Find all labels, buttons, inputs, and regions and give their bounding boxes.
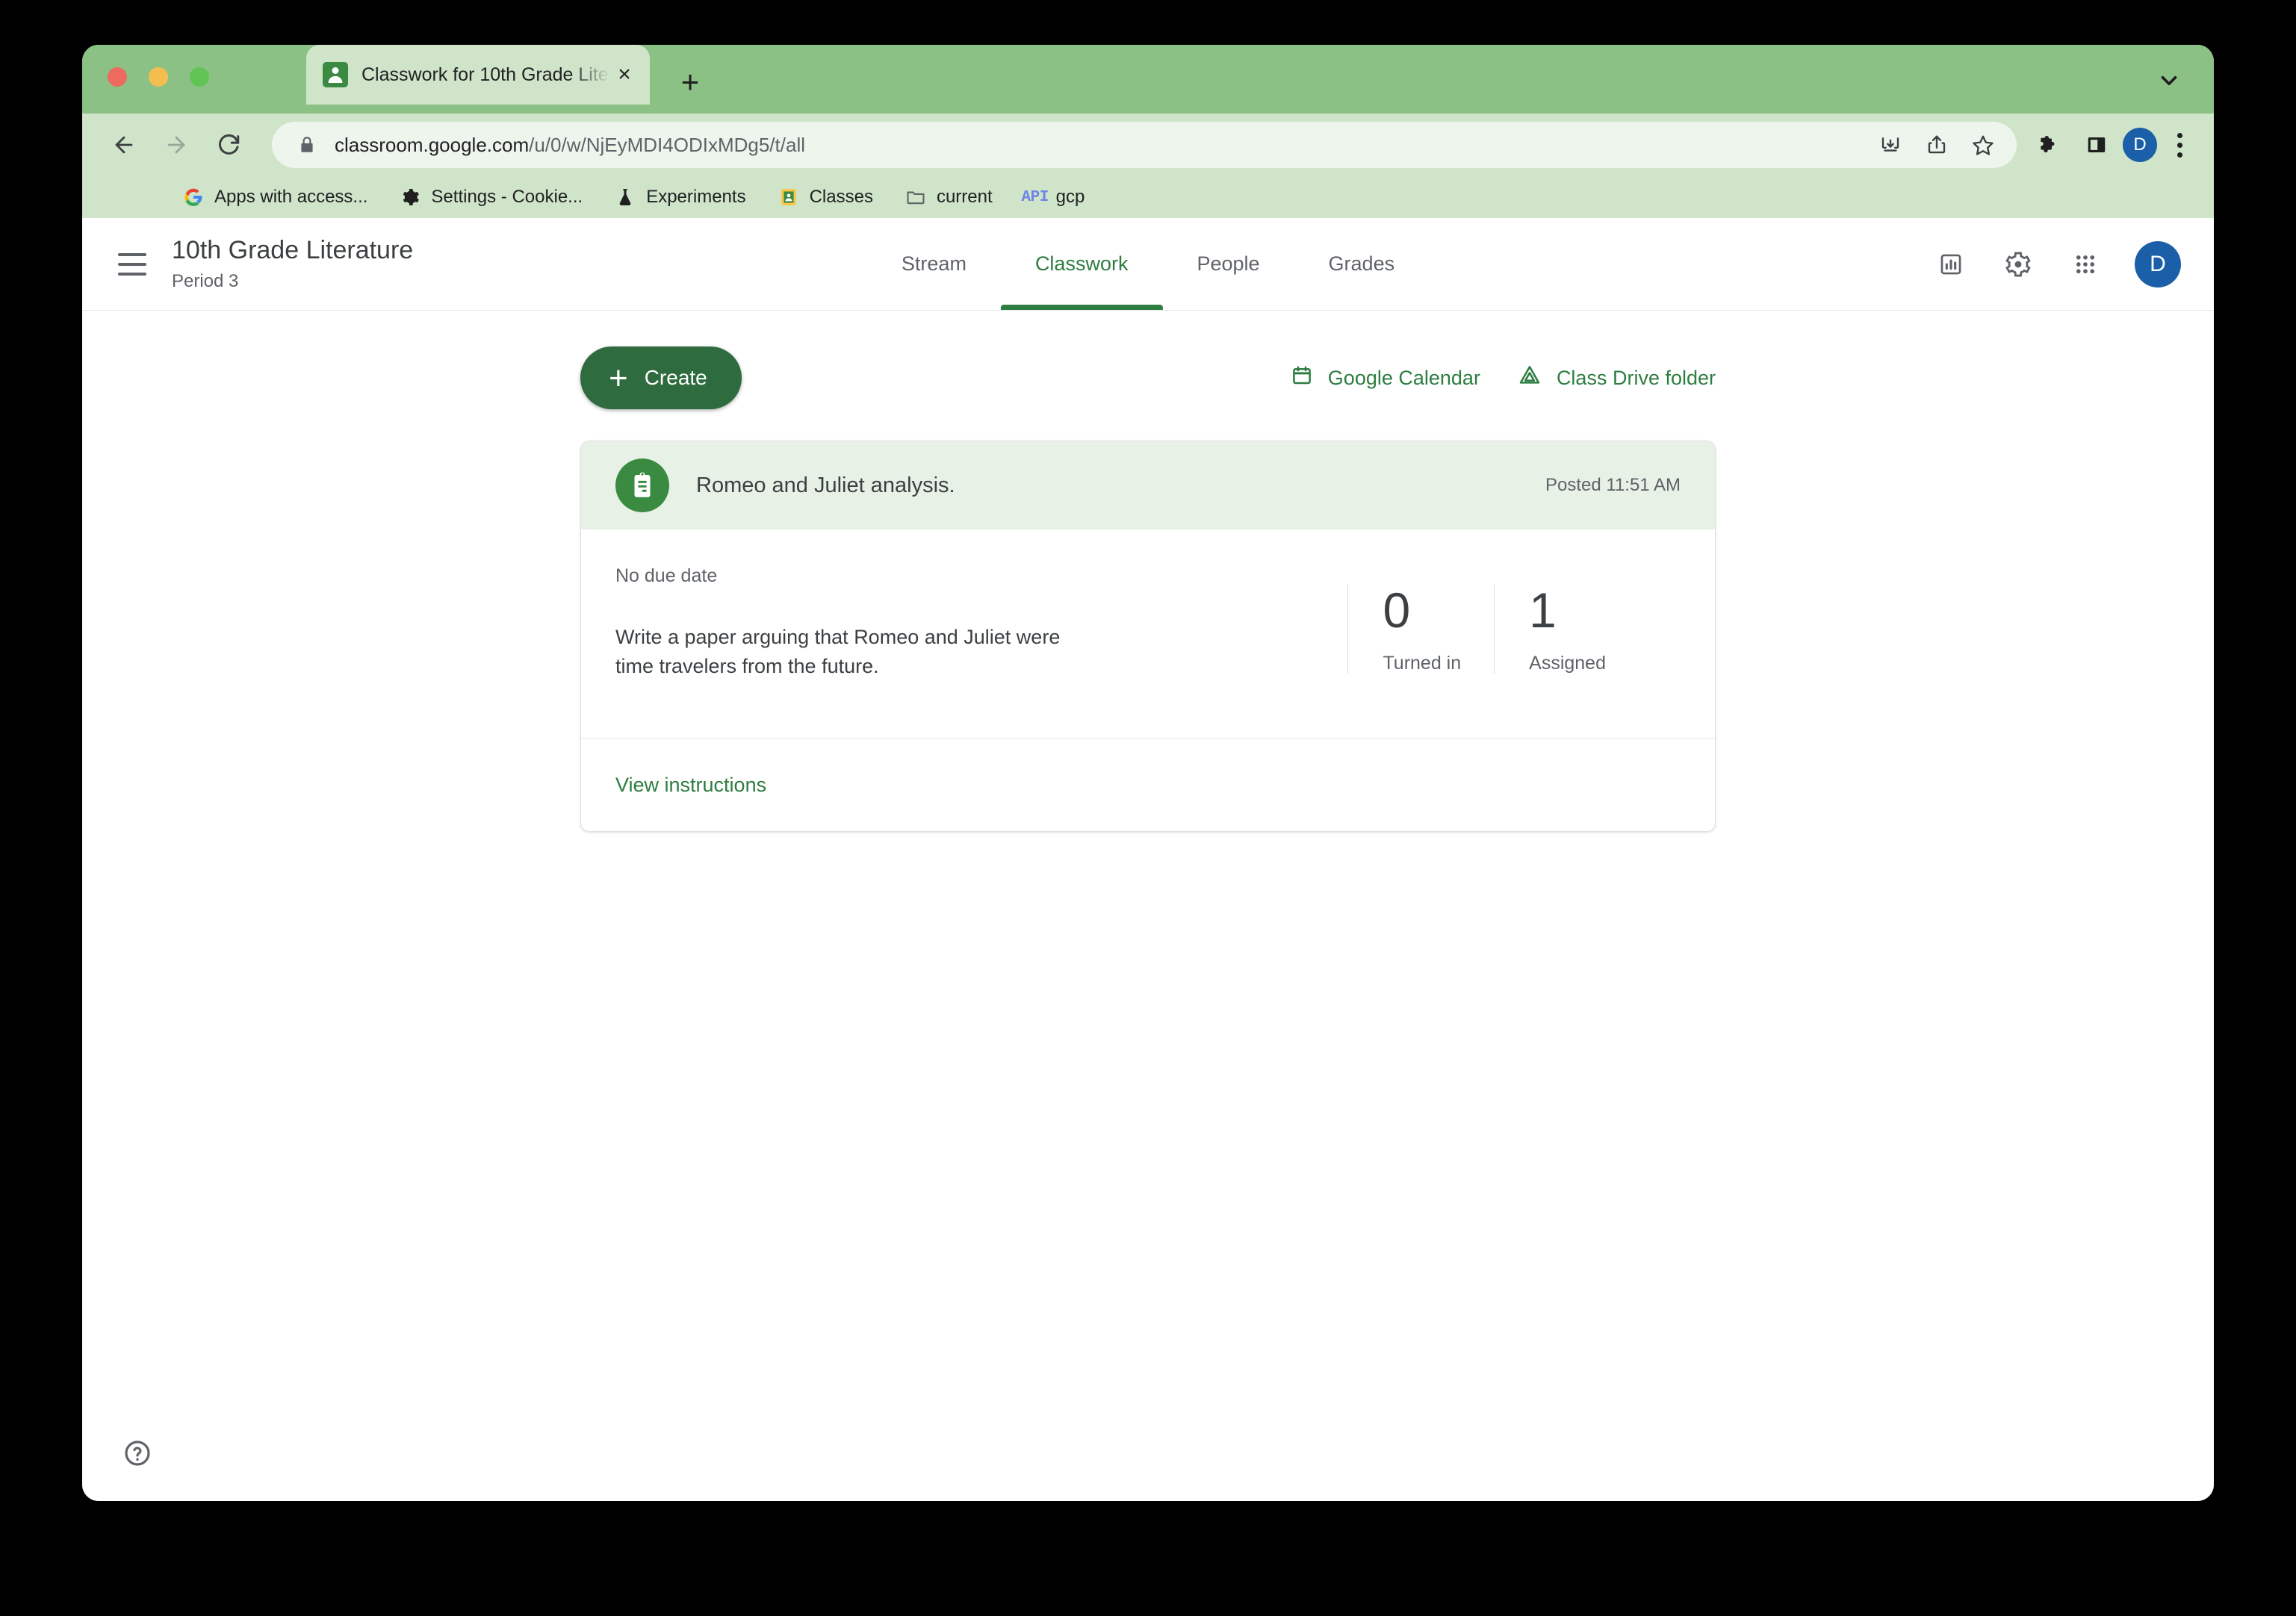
plus-icon: +	[609, 359, 628, 397]
assignment-description: Write a paper arguing that Romeo and Jul…	[615, 626, 1061, 678]
tab-grades[interactable]: Grades	[1294, 218, 1430, 310]
minimize-window-button[interactable]	[149, 67, 168, 87]
assignment-card-footer: View instructions	[581, 739, 1715, 831]
share-icon[interactable]	[1917, 125, 1957, 165]
bookmark-classes[interactable]: Classes	[778, 186, 873, 208]
tab-people[interactable]: People	[1162, 218, 1294, 310]
tab-stream[interactable]: Stream	[867, 218, 1001, 310]
tab-title: Classwork for 10th Grade Litera	[362, 63, 609, 85]
header-actions: D	[1929, 240, 2181, 288]
url-domain: classroom.google.com	[335, 133, 530, 156]
chrome-profile-avatar[interactable]: D	[2123, 128, 2157, 162]
bookmark-current[interactable]: current	[905, 186, 993, 208]
class-drive-folder-link[interactable]: Class Drive folder	[1518, 364, 1716, 393]
install-icon[interactable]	[1870, 125, 1911, 165]
folder-icon	[905, 186, 927, 208]
link-label: Class Drive folder	[1556, 366, 1716, 389]
new-tab-button[interactable]: +	[672, 64, 708, 100]
assignment-card-header[interactable]: Romeo and Juliet analysis. Posted 11:51 …	[581, 441, 1715, 529]
stat-label: Assigned	[1529, 653, 1606, 674]
side-panel-icon[interactable]	[2076, 125, 2117, 165]
maximize-window-button[interactable]	[190, 67, 209, 87]
flask-icon	[614, 186, 636, 208]
bookmark-label: Classes	[809, 187, 873, 207]
address-bar[interactable]: classroom.google.com/u/0/w/NjEyMDI4ODIxM…	[272, 122, 2017, 168]
stat-assigned[interactable]: 1 Assigned	[1494, 582, 1639, 675]
classroom-header: 10th Grade Literature Period 3 Stream Cl…	[82, 218, 2214, 311]
link-label: Google Calendar	[1327, 366, 1480, 389]
bookmarks-bar: Apps with access... Settings - Cookie...…	[82, 176, 2214, 218]
chrome-menu-icon[interactable]	[2163, 125, 2196, 165]
bookmark-apps-with-access[interactable]: Apps with access...	[182, 186, 367, 208]
tab-classwork[interactable]: Classwork	[1000, 218, 1163, 310]
assignment-due-date: No due date	[615, 565, 718, 586]
bookmark-settings-cookie[interactable]: Settings - Cookie...	[399, 186, 583, 208]
assignment-card-body: No due date Write a paper arguing that R…	[581, 529, 1715, 739]
stat-value: 1	[1529, 582, 1557, 638]
tab-strip: Classwork for 10th Grade Litera × +	[82, 45, 2214, 114]
create-button-label: Create	[644, 366, 707, 389]
bookmark-experiments[interactable]: Experiments	[614, 186, 746, 208]
assignment-posted-time: Posted 11:51 AM	[1545, 475, 1681, 495]
bookmark-label: Settings - Cookie...	[431, 187, 583, 207]
class-heading: 10th Grade Literature Period 3	[172, 236, 413, 292]
omnibox-icons	[1870, 125, 2003, 165]
extension-icons	[2029, 125, 2117, 165]
stat-turned-in[interactable]: 0 Turned in	[1347, 582, 1494, 675]
browser-toolbar: classroom.google.com/u/0/w/NjEyMDI4ODIxM…	[82, 114, 2214, 176]
back-icon[interactable]	[103, 124, 145, 166]
bookmark-label: gcp	[1055, 187, 1085, 207]
drive-icon	[1518, 364, 1542, 393]
bookmark-label: Experiments	[646, 187, 746, 207]
google-calendar-link[interactable]: Google Calendar	[1291, 364, 1480, 392]
bookmark-star-icon[interactable]	[1963, 125, 2003, 165]
stat-value: 0	[1383, 582, 1411, 638]
close-icon[interactable]: ×	[609, 60, 639, 90]
classwork-toolbar: + Create Google Calendar Class Drive fol…	[580, 346, 1716, 409]
bookmark-label: Apps with access...	[214, 187, 368, 207]
google-g-icon	[182, 186, 205, 208]
reload-icon[interactable]	[208, 124, 249, 166]
assignment-stats: 0 Turned in 1 Assigned	[1347, 582, 1639, 675]
help-circle-icon[interactable]	[117, 1432, 158, 1474]
assignment-title: Romeo and Juliet analysis.	[696, 473, 955, 497]
class-nav-tabs: Stream Classwork People Grades	[867, 218, 1429, 310]
create-button[interactable]: + Create	[580, 346, 742, 409]
view-instructions-link[interactable]: View instructions	[615, 774, 766, 797]
chevron-down-icon[interactable]	[2151, 63, 2187, 99]
forward-icon[interactable]	[155, 124, 197, 166]
close-window-button[interactable]	[108, 67, 127, 87]
browser-tab[interactable]: Classwork for 10th Grade Litera ×	[306, 45, 650, 105]
api-icon: API	[1021, 188, 1049, 206]
stat-label: Turned in	[1383, 653, 1462, 674]
assignment-clipboard-icon	[615, 459, 669, 512]
extensions-puzzle-icon[interactable]	[2029, 125, 2069, 165]
assignment-card[interactable]: Romeo and Juliet analysis. Posted 11:51 …	[580, 441, 1716, 832]
bookmark-gcp[interactable]: API gcp	[1021, 186, 1085, 208]
url-path: /u/0/w/NjEyMDI4ODIxMDg5/t/all	[529, 133, 805, 156]
page-title: 10th Grade Literature	[172, 235, 414, 264]
classroom-icon	[323, 62, 348, 87]
window-controls	[108, 67, 209, 87]
assignment-details: No due date Write a paper arguing that R…	[615, 565, 1347, 681]
apps-grid-icon[interactable]	[2063, 242, 2108, 287]
avatar[interactable]: D	[2135, 240, 2181, 288]
lock-icon	[297, 135, 317, 155]
browser-window: Classwork for 10th Grade Litera × + clas…	[82, 45, 2214, 1501]
hamburger-icon[interactable]	[109, 241, 155, 288]
gear-icon	[399, 186, 421, 208]
class-insights-icon[interactable]	[1929, 242, 1973, 287]
page-content: 10th Grade Literature Period 3 Stream Cl…	[82, 218, 2214, 1501]
classroom-icon	[778, 186, 800, 208]
bookmark-label: current	[936, 187, 993, 207]
class-section: Period 3	[172, 271, 239, 292]
classwork-links: Google Calendar Class Drive folder	[1291, 364, 1716, 393]
url-text: classroom.google.com/u/0/w/NjEyMDI4ODIxM…	[335, 134, 1870, 157]
classwork-area: + Create Google Calendar Class Drive fol…	[82, 346, 2214, 832]
calendar-icon	[1291, 364, 1313, 392]
gear-icon[interactable]	[1996, 242, 2041, 287]
